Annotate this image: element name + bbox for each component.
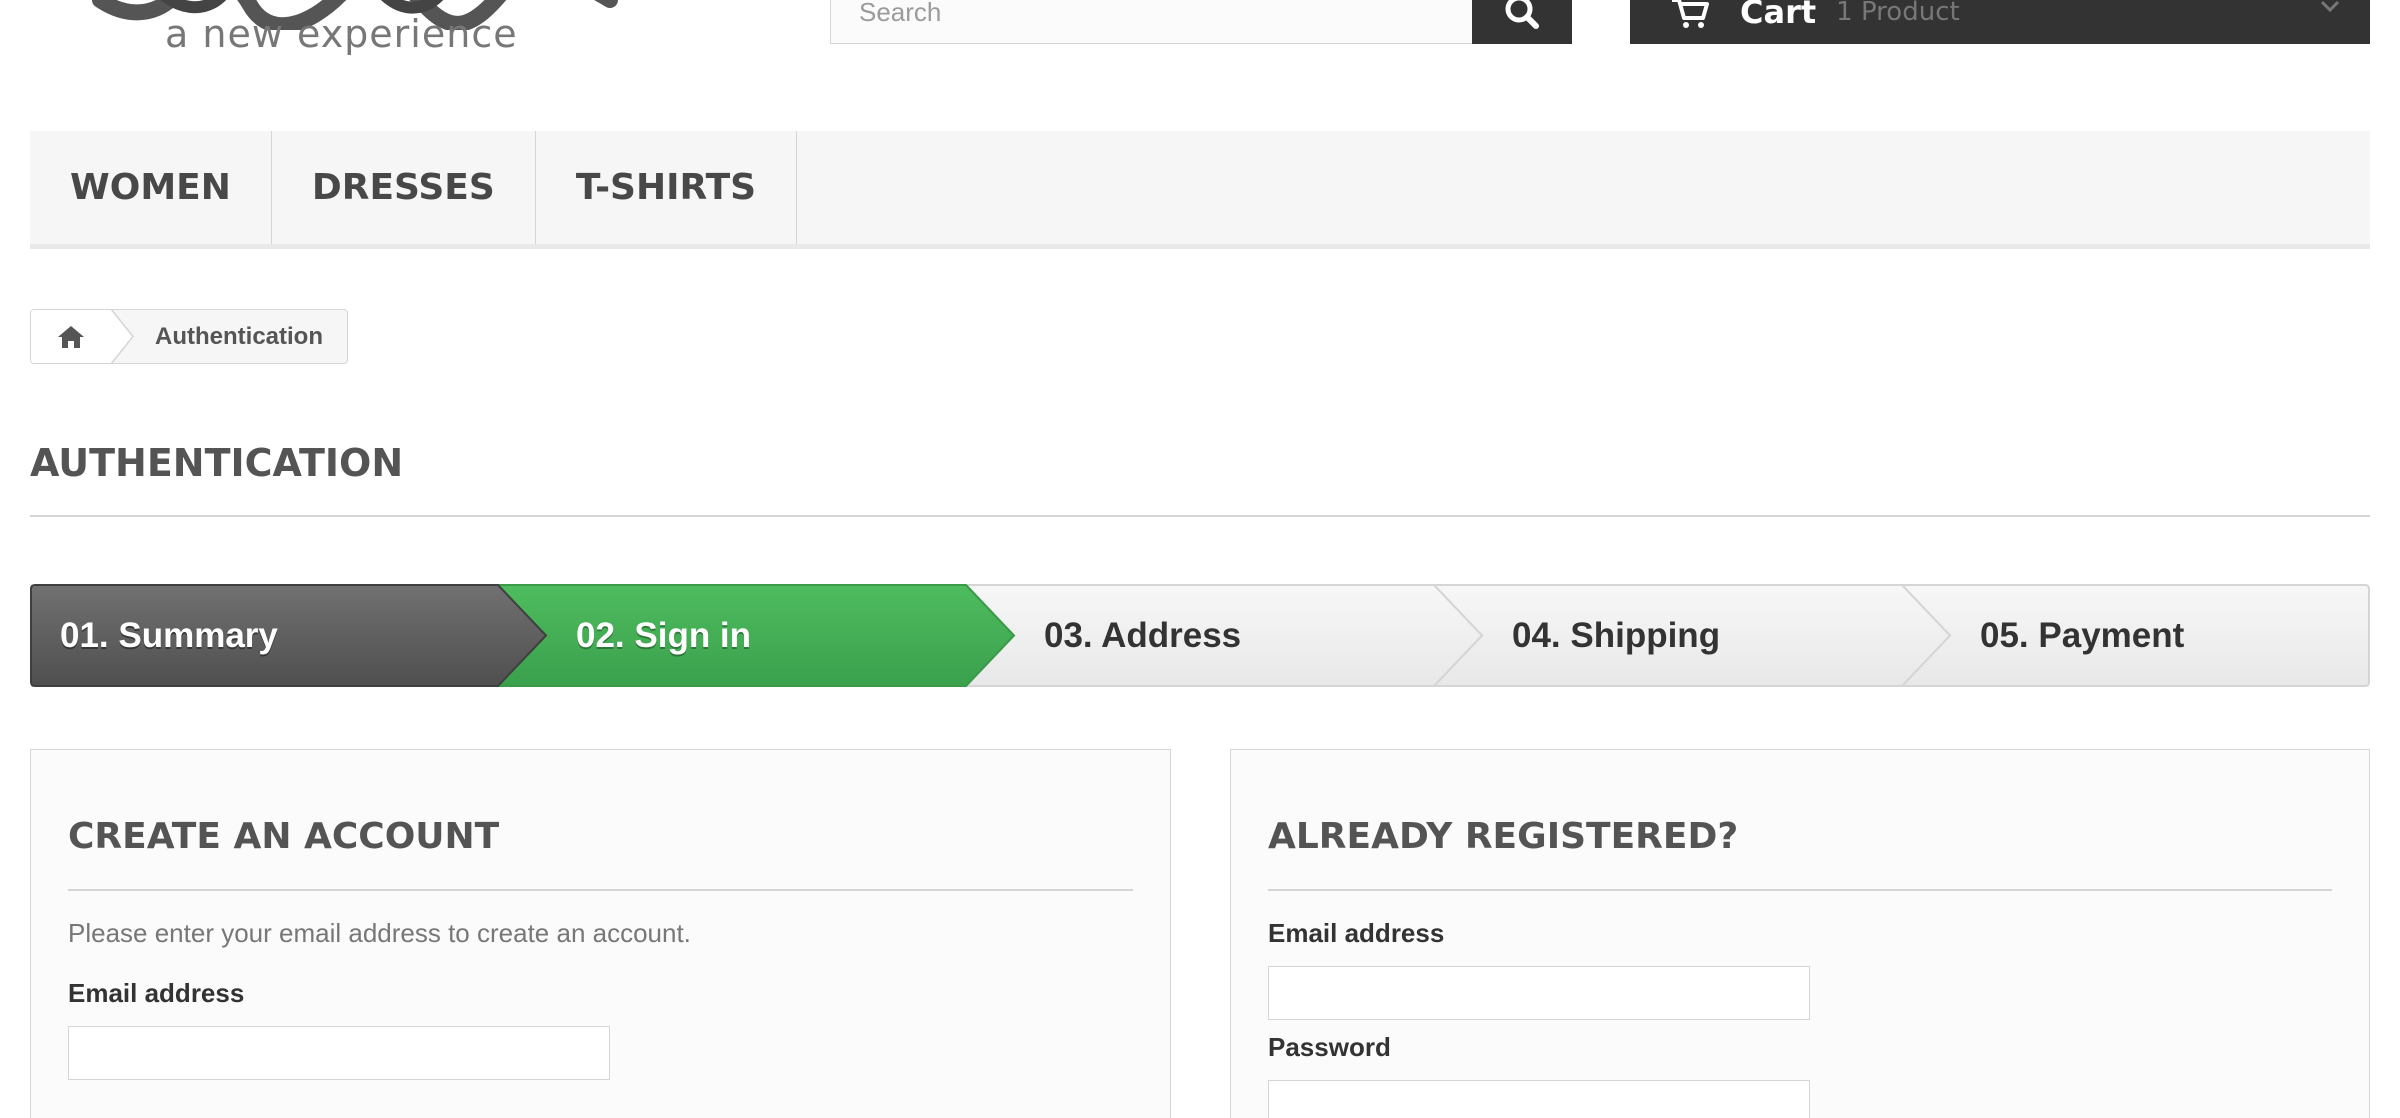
cart-title: Cart	[1740, 0, 1817, 31]
login-password-label: Password	[1268, 1032, 1391, 1062]
step-payment: 05. Payment	[1980, 615, 2185, 655]
breadcrumb: Authentication	[30, 309, 348, 364]
menu-item-tshirts[interactable]: T-SHIRTS	[536, 131, 798, 244]
menu-item-dresses[interactable]: DRESSES	[272, 131, 536, 244]
create-account-form: CREATE AN ACCOUNT Please enter your emai…	[30, 749, 1171, 1118]
step-summary[interactable]: 01. Summary	[60, 584, 278, 687]
step-sign-in: 02. Sign in	[576, 615, 752, 655]
order-steps: 01. Summary 02. Sign in 03. Address 04. …	[30, 584, 2370, 687]
search-button[interactable]	[1472, 0, 1572, 44]
page-title: AUTHENTICATION	[30, 441, 2370, 517]
cart-button[interactable]: Cart 1 Product	[1630, 0, 2370, 44]
search-icon	[1505, 0, 1539, 29]
breadcrumb-separator	[111, 310, 134, 363]
step-shipping: 04. Shipping	[1512, 615, 1721, 655]
logo-tagline: a new experience	[165, 12, 518, 56]
login-email-input[interactable]	[1268, 966, 1810, 1020]
login-email-label: Email address	[1268, 918, 1445, 948]
menu-item-women[interactable]: WOMEN	[30, 131, 272, 244]
cart-quantity: 1 Product	[1836, 0, 1960, 27]
top-menu: WOMEN DRESSES T-SHIRTS	[30, 131, 2370, 249]
create-email-input[interactable]	[68, 1026, 610, 1080]
create-account-title: CREATE AN ACCOUNT	[68, 816, 1133, 891]
breadcrumb-current: Authentication	[155, 322, 323, 350]
search-form	[830, 0, 1572, 44]
create-email-label: Email address	[68, 978, 245, 1008]
home-icon	[58, 325, 84, 348]
site-logo[interactable]: a new experience	[90, 0, 650, 70]
step-address: 03. Address	[1044, 615, 1242, 655]
login-title: ALREADY REGISTERED?	[1268, 816, 2332, 891]
login-form: ALREADY REGISTERED? Email address Passwo…	[1230, 749, 2370, 1118]
breadcrumb-home-link[interactable]	[31, 310, 111, 363]
create-account-intro: Please enter your email address to creat…	[68, 918, 691, 948]
login-password-input[interactable]	[1268, 1080, 1810, 1118]
chevron-down-icon	[2320, 0, 2340, 12]
search-input[interactable]	[830, 0, 1472, 44]
shopping-cart-icon	[1672, 0, 1709, 28]
